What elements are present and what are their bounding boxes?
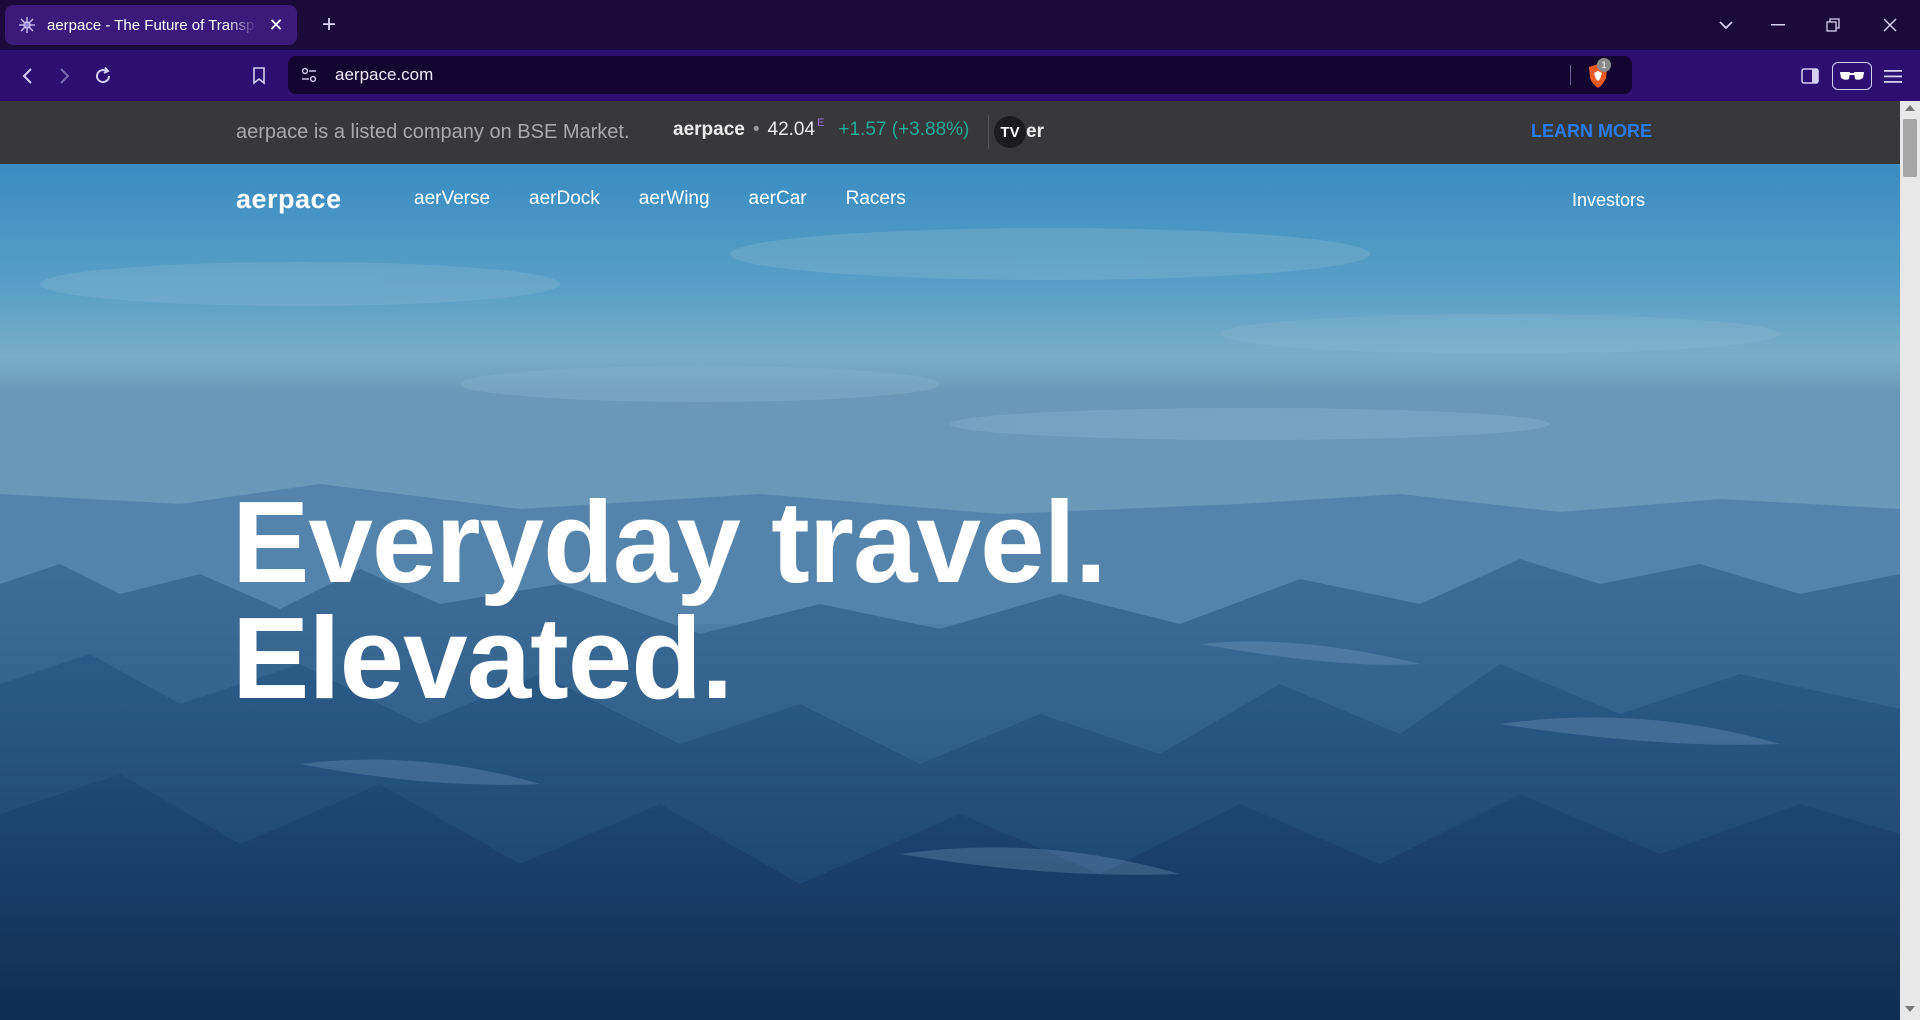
ticker-divider (988, 115, 989, 149)
hero-headline: Everyday travel. Elevated. (232, 477, 1107, 723)
ticker-price-flag: E (817, 117, 825, 129)
nav-item-aerwing[interactable]: aerWing (639, 188, 710, 210)
sidebar-toggle-icon[interactable] (1795, 61, 1825, 91)
brave-shields-count-badge: 1 (1597, 58, 1611, 72)
web-page: aerpace is a listed company on BSE Marke… (0, 101, 1900, 1020)
url-text[interactable]: aerpace.com (335, 65, 433, 85)
menu-hamburger-icon[interactable] (1878, 61, 1908, 91)
back-arrow-icon[interactable] (12, 61, 42, 91)
scroll-up-arrow-icon[interactable] (1905, 105, 1915, 111)
tab-title: aerpace - The Future of Transportation (47, 16, 257, 34)
hero-headline-line-2: Elevated. (232, 593, 733, 723)
tab-search-chevron-down-icon[interactable] (1704, 10, 1748, 40)
restore-window-icon[interactable] (1811, 10, 1855, 40)
ticker-symbol: aerpace (673, 119, 745, 140)
nav-item-racers[interactable]: Racers (846, 188, 906, 210)
leo-ai-glasses-icon[interactable] (1832, 62, 1872, 90)
bookmark-icon[interactable] (244, 61, 274, 91)
close-window-icon[interactable] (1868, 10, 1912, 40)
hero-section: aerpace aerVerse aerDock aerWing aerCar … (0, 164, 1900, 1020)
tab-close-icon[interactable]: ✕ (267, 15, 285, 36)
forward-arrow-icon[interactable] (50, 61, 80, 91)
scrollbar-thumb[interactable] (1903, 119, 1917, 177)
site-info-icon[interactable] (300, 66, 318, 84)
ticker-separator-dot: • (752, 119, 760, 140)
browser-toolbar: aerpace.com 1 (0, 50, 1920, 101)
browser-tab-bar: aerpace - The Future of Transportation ✕… (0, 0, 1920, 50)
scroll-down-arrow-icon[interactable] (1905, 1006, 1915, 1012)
reload-icon[interactable] (88, 61, 118, 91)
address-bar[interactable]: aerpace.com 1 (288, 56, 1632, 94)
listed-company-text: aerpace is a listed company on BSE Marke… (236, 121, 630, 143)
url-divider (1570, 65, 1571, 85)
stock-ticker-widget[interactable]: aerpace • 42.04 E +1.57 (+3.88%) (673, 117, 970, 141)
hero-headline-line-1: Everyday travel. (232, 477, 1107, 607)
learn-more-link[interactable]: LEARN MORE (1531, 121, 1652, 142)
minimize-window-icon[interactable] (1756, 10, 1800, 40)
new-tab-button[interactable]: + (314, 10, 344, 40)
site-main-nav: aerVerse aerDock aerWing aerCar Racers (414, 188, 906, 210)
investor-announcement-bar: aerpace is a listed company on BSE Marke… (0, 101, 1900, 164)
ticker-price: 42.04 (767, 119, 816, 140)
nav-item-aercar[interactable]: aerCar (749, 188, 807, 210)
nav-item-aerverse[interactable]: aerVerse (414, 188, 490, 210)
site-favicon-icon (17, 15, 37, 35)
aerpace-logo[interactable]: aerpace (236, 184, 342, 215)
ticker-change: +1.57 (+3.88%) (838, 119, 970, 140)
browser-tab-active[interactable]: aerpace - The Future of Transportation ✕ (5, 5, 297, 45)
tradingview-logo-icon[interactable]: TV (994, 116, 1026, 148)
nav-item-aerdock[interactable]: aerDock (529, 188, 600, 210)
investors-link[interactable]: Investors (1572, 190, 1645, 211)
page-scrollbar[interactable] (1900, 101, 1920, 1020)
ticker-widget-suffix: er (1026, 121, 1044, 142)
